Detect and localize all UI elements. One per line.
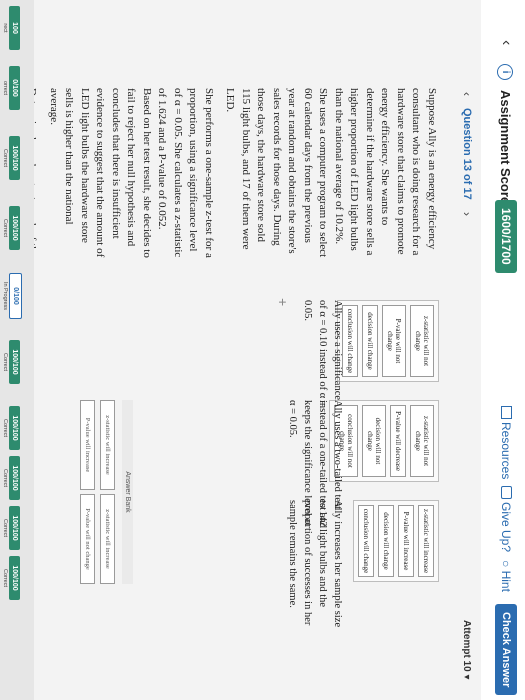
attempt-dropdown[interactable]: Attempt 10 ▾	[461, 620, 472, 680]
question-paragraph-2: She performs a one-sample z-test for a p…	[48, 88, 215, 258]
caret-down-icon: ▾	[461, 674, 472, 680]
bank-chip[interactable]: z-statistic will increase	[100, 494, 115, 584]
question-title: Question 13 of 17	[461, 108, 473, 200]
lightbulb-icon: ○	[499, 560, 513, 571]
rail-question-6[interactable]: 100/100 Correct	[2, 334, 20, 390]
rail-question-3[interactable]: 100/100 Correct	[2, 130, 20, 186]
rotated-screen: ‹ i Assignment Score: 1600/1700 Resource…	[0, 0, 525, 700]
rail-question-5[interactable]: 0/100 In Progress	[2, 268, 22, 324]
answer-chip[interactable]: P-value will increase	[398, 505, 414, 577]
next-question-icon[interactable]: ›	[460, 212, 474, 216]
info-icon[interactable]: i	[497, 64, 513, 80]
rail-question-4[interactable]: 100/100 Correct	[2, 200, 20, 256]
answer-chip[interactable]: P-value will decrease	[390, 405, 406, 477]
plus-icon: +	[275, 298, 291, 307]
resources-icon	[501, 406, 512, 419]
bank-chip[interactable]: z-statistic will increase	[100, 400, 115, 490]
rail-question-1[interactable]: 100 rect	[2, 0, 20, 56]
question-score-rail: 100 rect 0/100 orrect 100/100 Correct 100/1…	[0, 0, 34, 700]
rail-question-7[interactable]: 100/100 Correct	[2, 400, 20, 456]
answer-bank-label: Answer Bank	[122, 400, 133, 584]
rail-question-9[interactable]: 100/100 Correct	[2, 500, 20, 556]
answer-chip[interactable]: z-statistic will not change	[410, 305, 434, 377]
question-text: Suppose Ally is an energy efficiency con…	[18, 88, 439, 258]
answer-chip[interactable]: decision will not change	[362, 405, 386, 477]
question-navigation: ‹ Question 13 of 17 › Attempt 10 ▾	[451, 0, 481, 700]
give-up-button[interactable]: Give Up?	[499, 486, 513, 552]
answer-chip[interactable]: decision will change	[362, 305, 378, 377]
bank-chip[interactable]: P-value will increase	[80, 400, 95, 490]
give-up-icon	[501, 486, 512, 499]
answer-chip[interactable]: conclusion will change	[358, 505, 374, 577]
assignment-score-badge: 1600/1700	[495, 200, 517, 273]
back-chevron-icon[interactable]: ‹	[497, 40, 515, 45]
previous-question-icon[interactable]: ‹	[460, 92, 474, 96]
answer-chip[interactable]: z-statistic will increase	[418, 505, 434, 577]
check-answer-button[interactable]: Check Answer	[495, 604, 517, 696]
answer-chip[interactable]: P-value will not change	[382, 305, 406, 377]
assignment-score-label: Assignment Score:	[498, 90, 513, 209]
rail-question-8[interactable]: 100/100 Correct	[2, 450, 20, 506]
drop-zone-1[interactable]: z-statistic will not change P-value will…	[337, 300, 439, 382]
question-paragraph-1: Suppose Ally is an energy efficiency con…	[224, 88, 439, 258]
drop-zone-3[interactable]: z-statistic will increase P-value will i…	[353, 500, 439, 582]
drop-zone-2[interactable]: z-statistic will not change P-value will…	[329, 400, 439, 482]
hint-button[interactable]: ○ Hint	[499, 560, 513, 592]
answer-chip[interactable]: z-statistic will not change	[410, 405, 434, 477]
answer-chip[interactable]: decision will change	[378, 505, 394, 577]
rail-question-2[interactable]: 0/100 orrect	[2, 60, 20, 116]
rail-question-10[interactable]: 100/100 Correct	[2, 550, 20, 606]
resources-button[interactable]: Resources	[499, 406, 513, 479]
bank-chip[interactable]: P-value will not change	[80, 494, 95, 584]
scenario-3-text: Ally increases her sample size to 142 li…	[287, 500, 343, 628]
assignment-header: ‹ i Assignment Score: 1600/1700 Resource…	[480, 0, 525, 700]
